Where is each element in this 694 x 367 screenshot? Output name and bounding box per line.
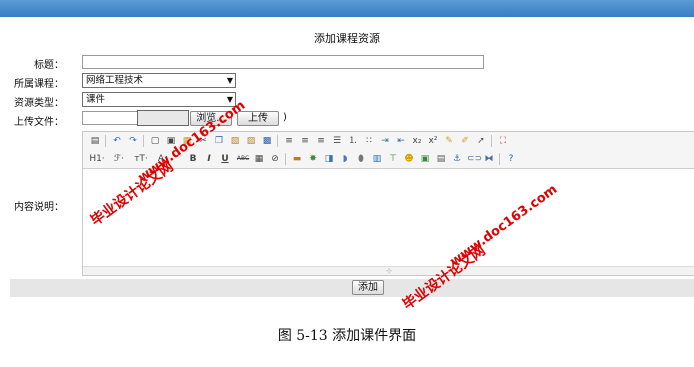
table-icon[interactable]: ▥ xyxy=(371,153,383,165)
source-icon[interactable]: ▤ xyxy=(89,135,101,147)
upload-suffix: ) xyxy=(283,112,287,123)
remove-format-icon[interactable]: ⊘ xyxy=(269,153,281,165)
code-icon[interactable]: ⊤ xyxy=(387,153,399,165)
type-label: 资源类型： xyxy=(14,98,64,109)
upload-label: 上传文件： xyxy=(14,117,64,128)
image-icon[interactable]: ▬ xyxy=(291,153,303,165)
cursor-icon[interactable]: ➚ xyxy=(475,135,487,147)
resource-type-select[interactable]: 课件 ▼ xyxy=(82,92,236,107)
italic-icon[interactable]: I xyxy=(203,153,215,165)
figure-caption: 图 5-13 添加课件界面 xyxy=(277,328,417,344)
attachment-icon[interactable]: ⬮ xyxy=(355,153,367,165)
subscript-icon[interactable]: x₂ xyxy=(411,135,423,147)
media-icon[interactable]: ◨ xyxy=(323,153,335,165)
justify-icon[interactable]: ☰ xyxy=(331,135,343,147)
outdent-icon[interactable]: ⇤ xyxy=(395,135,407,147)
strikethrough-icon[interactable]: ABC xyxy=(235,153,251,165)
align-left-icon[interactable]: ≡ xyxy=(283,135,295,147)
underline-icon[interactable]: U xyxy=(219,153,231,165)
pagebreak-icon[interactable]: ▤ xyxy=(435,153,447,165)
insert-file-icon[interactable]: ◗ xyxy=(339,153,351,165)
indent-icon[interactable]: ⇥ xyxy=(379,135,391,147)
top-header-bar xyxy=(0,0,694,17)
toolbar-divider xyxy=(285,153,286,165)
undo-icon[interactable]: ↶ xyxy=(111,135,123,147)
align-center-icon[interactable]: ≡ xyxy=(299,135,311,147)
map-icon[interactable]: ▣ xyxy=(419,153,431,165)
unlink-icon[interactable]: ⧓ xyxy=(483,153,495,165)
clear-format-icon[interactable]: ✎ xyxy=(443,135,455,147)
anchor-icon[interactable]: ⚓ xyxy=(451,153,463,165)
flash-icon[interactable]: ✸ xyxy=(307,153,319,165)
chevron-down-icon: ▼ xyxy=(226,76,233,85)
course-label: 所属课程： xyxy=(14,79,64,90)
hr-icon[interactable]: ▦ xyxy=(253,153,265,165)
toolbar-divider xyxy=(491,135,492,147)
page-title: 添加课程资源 xyxy=(314,32,380,45)
toolbar-divider xyxy=(143,135,144,147)
toolbar-divider xyxy=(105,135,106,147)
resource-type-value: 课件 xyxy=(86,94,106,105)
bullet-list-icon[interactable]: ∷ xyxy=(363,135,375,147)
course-select-value: 网络工程技术 xyxy=(86,75,144,86)
align-right-icon[interactable]: ≡ xyxy=(315,135,327,147)
paste-icon[interactable]: ▧ xyxy=(229,135,241,147)
editor-resize-handle[interactable]: ⊹ xyxy=(83,266,694,275)
fullscreen-icon[interactable]: ⛶ xyxy=(497,135,509,147)
help-icon[interactable]: ? xyxy=(505,153,517,165)
superscript-icon[interactable]: x² xyxy=(427,135,439,147)
font-family-icon[interactable]: ℱ· xyxy=(111,153,127,165)
title-input[interactable] xyxy=(82,55,484,69)
bold-icon[interactable]: B xyxy=(187,153,199,165)
course-select[interactable]: 网络工程技术 ▼ xyxy=(82,73,236,88)
upload-filename-field[interactable] xyxy=(82,111,138,125)
paste-text-icon[interactable]: ▨ xyxy=(245,135,257,147)
new-page-icon[interactable]: ▢ xyxy=(149,135,161,147)
copy-icon[interactable]: ❐ xyxy=(213,135,225,147)
heading-icon[interactable]: H1· xyxy=(87,153,107,165)
emoticon-icon[interactable]: ☻ xyxy=(403,153,415,165)
ordered-list-icon[interactable]: ⒈ xyxy=(347,135,359,147)
paste-word-icon[interactable]: ▩ xyxy=(261,135,273,147)
redo-icon[interactable]: ↷ xyxy=(127,135,139,147)
toolbar-divider xyxy=(499,153,500,165)
title-label: 标题： xyxy=(34,60,64,71)
submit-add-button[interactable]: 添加 xyxy=(352,280,384,295)
toolbar-divider xyxy=(277,135,278,147)
link-icon[interactable]: ⊂⊃ xyxy=(467,153,482,165)
select-all-icon[interactable]: ✐ xyxy=(459,135,471,147)
file-path-field[interactable] xyxy=(137,110,189,126)
content-label: 内容说明： xyxy=(14,202,64,213)
